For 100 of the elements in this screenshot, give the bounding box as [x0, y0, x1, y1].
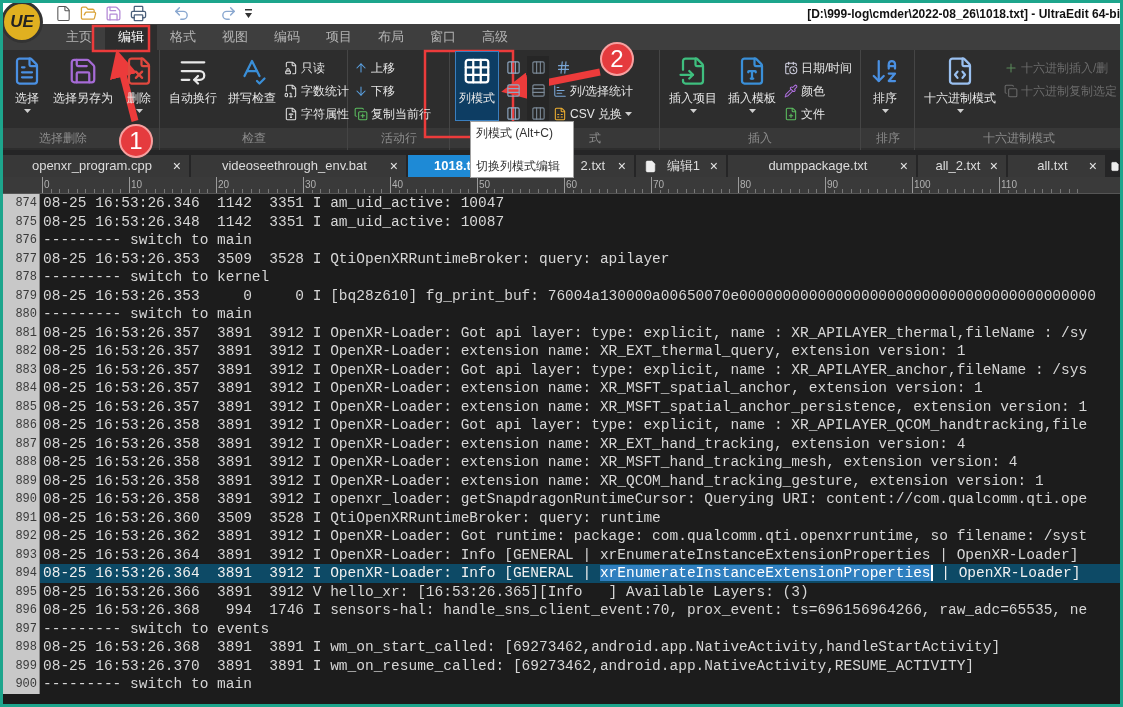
code-line: --------- switch to main — [42, 231, 253, 250]
file-tab[interactable]: all_2.txt × — [918, 155, 1006, 177]
calendar-icon — [784, 60, 798, 75]
tooltip-text: 切换列模式编辑 — [476, 158, 561, 174]
code-line: 08-25 16:53:26.368 994 1746 I sensors-hal: handle_sns_client_event:70, prox_event: ts=696156964266, raw_adc=65535, ne — [42, 601, 1089, 620]
ruler-number: 20 — [218, 179, 230, 190]
tooltip-title: 列模式 (Alt+C) — [476, 125, 554, 141]
ruler-number: 30 — [305, 179, 317, 190]
ribbon-button[interactable]: 插入模板 — [724, 51, 780, 121]
code-line: 08-25 16:53:26.357 3891 3912 I OpenXR-Loader: extension name: XR_EXT_thermal_query, extension version: 1 — [42, 342, 967, 361]
save-icon — [68, 56, 98, 86]
customize-icon[interactable] — [245, 9, 252, 18]
move-up-icon — [354, 60, 368, 75]
ribbon-tab[interactable]: 布局 — [365, 25, 417, 50]
ribbon-button[interactable]: 选择另存为 — [49, 51, 117, 121]
file-tab[interactable]: openxr_program.cpp × — [3, 155, 189, 177]
code-line: 08-25 16:53:26.353 3509 3528 I QtiOpenXRRuntimeBroker: query: apilayer — [42, 249, 671, 268]
file-tab[interactable]: 编辑1 × — [636, 155, 726, 177]
line-number: 892 — [3, 527, 40, 546]
code-line: 08-25 16:53:26.357 3891 3912 I OpenXR-Loader: Got api layer: type: explicit, name : XR_APILAYER_thermal,fileName : /sy — [42, 323, 1089, 342]
ribbon-button[interactable]: 列模式 — [455, 51, 499, 121]
ribbon-button[interactable]: 字数统计 — [283, 79, 350, 102]
ribbon-tab[interactable]: 高级 — [469, 25, 521, 50]
caret-icon — [748, 109, 756, 113]
spreadsheet-icon — [553, 106, 567, 121]
group-label: 检查 — [241, 130, 266, 147]
new-file-icon[interactable] — [55, 5, 72, 22]
code-line: 08-25 16:53:26.358 3891 3912 I OpenXR-Loader: extension name: XR_EXT_hand_tracking, extension version: 4 — [42, 434, 967, 453]
line-number: 886 — [3, 416, 40, 435]
ribbon-tab[interactable]: 视图 — [209, 25, 261, 50]
ribbon-button[interactable]: 字符属性 — [283, 102, 350, 125]
ruler-number: 80 — [740, 179, 752, 190]
ribbon-button[interactable]: 选择 — [8, 51, 46, 121]
ruler-number: 60 — [566, 179, 578, 190]
ribbon-button[interactable]: 十六进制模式 — [920, 51, 1000, 121]
columns-icon — [530, 106, 546, 121]
ribbon-button[interactable]: 只读 — [283, 56, 350, 79]
line-number: 880 — [3, 305, 40, 324]
code-line: 08-25 16:53:26.358 3891 3912 I openxr_loader: getSnapdragonRuntimeCursor: Querying URI: content://com.qualcomm.qti.ope — [42, 490, 1089, 509]
line-number: 882 — [3, 342, 40, 361]
code-line: --------- switch to main — [42, 675, 253, 694]
ruler-number: 70 — [653, 179, 665, 190]
line-number: 878 — [3, 268, 40, 287]
chart-icon — [553, 83, 567, 98]
move-down-icon — [354, 83, 368, 98]
window-title: [D:\999-log\cmder\2022-08_26\1018.txt] - UltraEdit 64-bi — [807, 5, 1120, 23]
ribbon-button[interactable]: 插入项目 — [665, 51, 721, 121]
caret-icon — [625, 111, 632, 116]
document-icon — [284, 106, 298, 121]
close-icon[interactable]: × — [989, 155, 998, 177]
ribbon-button[interactable]: CSV 兑换 — [552, 102, 635, 125]
code-line: --------- switch to kernel — [42, 268, 271, 287]
ribbon-button[interactable]: 上移 — [353, 56, 432, 79]
ribbon-button[interactable]: 列/选择统计 — [552, 79, 635, 102]
code-line: 08-25 16:53:26.362 3891 3912 I OpenXR-Loader: Got runtime: package: com.qualcomm.qti.openxrruntime, so filename: /syst — [42, 527, 1089, 546]
color-picker-icon — [784, 83, 798, 98]
print-icon[interactable] — [130, 5, 147, 22]
close-icon[interactable]: × — [389, 155, 398, 177]
close-icon[interactable]: × — [172, 155, 181, 177]
file-tab[interactable]: dumppackage.txt × — [728, 155, 916, 177]
code-line: 08-25 16:53:26.346 1142 3351 I am_uid_active: 10047 — [42, 194, 506, 213]
hash-icon — [555, 60, 571, 75]
file-tab[interactable]: videoseethrough_env.bat × — [191, 155, 406, 177]
copy-icon — [1004, 83, 1018, 98]
line-number: 874 — [3, 194, 40, 213]
code-line: 08-25 16:53:26.357 3891 3912 I OpenXR-Loader: Got api layer: type: explicit, name : XR_APILAYER_anchor,fileName : /sys — [42, 360, 1089, 379]
ribbon-button[interactable]: 日期/时间 — [783, 56, 854, 79]
ribbon-tab[interactable]: 格式 — [157, 25, 209, 50]
ribbon-button[interactable]: 排序 — [866, 51, 904, 121]
line-number: 898 — [3, 638, 40, 657]
ribbon-button[interactable]: 拼写检查 — [224, 51, 280, 121]
plus-icon — [1004, 60, 1018, 75]
close-icon[interactable]: × — [709, 155, 718, 177]
caret-icon — [689, 109, 697, 113]
code-line: 08-25 16:53:26.358 3891 3912 I OpenXR-Loader: Got api layer: type: explicit, name : XR_APILAYER_QCOM_handtracking,file — [42, 416, 1089, 435]
close-icon[interactable]: × — [899, 155, 908, 177]
add-file-icon — [784, 106, 798, 121]
document-icon — [1110, 159, 1120, 173]
ribbon-button[interactable]: 自动换行 — [165, 51, 221, 121]
caret-icon — [881, 109, 889, 113]
ribbon-tab[interactable]: 项目 — [313, 25, 365, 50]
ruler-number: 100 — [914, 179, 931, 190]
close-icon[interactable]: × — [617, 155, 626, 177]
caret-icon — [956, 109, 964, 113]
ribbon-button[interactable]: 下移 — [353, 79, 432, 102]
group-label: 排序 — [875, 130, 900, 147]
document-icon — [284, 83, 298, 98]
code-line: --------- switch to events — [42, 619, 271, 638]
ribbon-tab[interactable]: 主页 — [53, 25, 105, 50]
ribbon-button[interactable]: 颜色 — [783, 79, 854, 102]
columns-icon — [505, 60, 521, 75]
save-icon[interactable] — [105, 5, 122, 22]
code-line: 08-25 16:53:26.357 3891 3912 I OpenXR-Loader: extension name: XR_MSFT_spatial_anchor, extension version: 1 — [42, 379, 984, 398]
file-tab[interactable]: all.txt × — [1008, 155, 1105, 177]
code-line: 08-25 16:53:26.366 3891 3912 V hello_xr: [16:53:26.365][Info ] Available Layers: (3) — [42, 582, 810, 601]
ribbon-button[interactable]: 文件 — [783, 102, 854, 125]
ribbon-tab[interactable]: 编码 — [261, 25, 313, 50]
close-icon[interactable]: × — [1088, 155, 1097, 177]
line-number: 890 — [3, 490, 40, 509]
ribbon-tab[interactable]: 窗口 — [417, 25, 469, 50]
